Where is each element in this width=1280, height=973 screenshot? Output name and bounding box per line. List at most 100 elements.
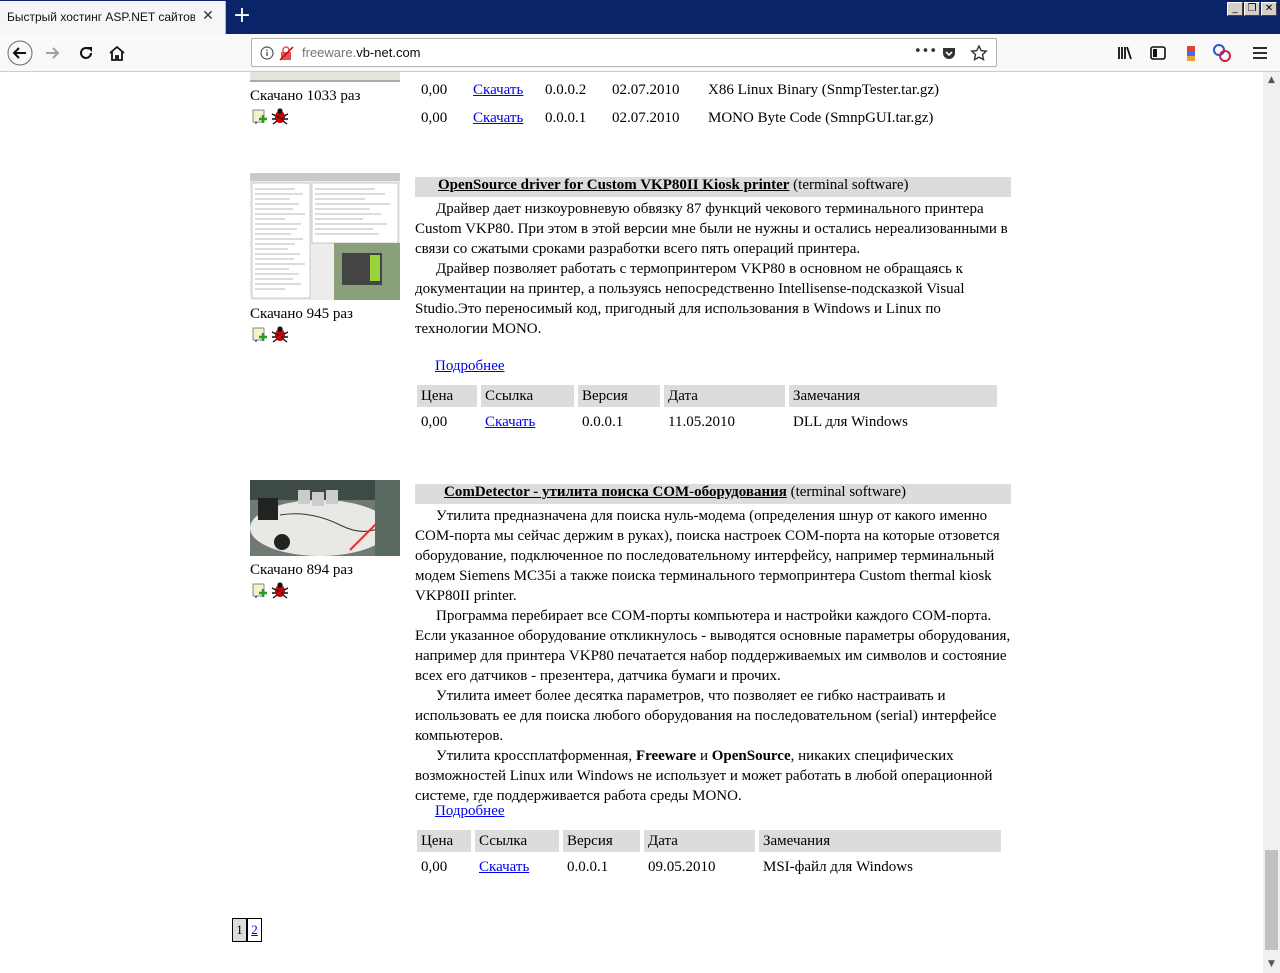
install-icon[interactable] <box>251 107 269 125</box>
download-count: Скачано 894 раз <box>250 562 353 578</box>
insecure-lock-icon[interactable] <box>279 46 294 61</box>
column-header: Версия <box>578 385 660 407</box>
version-cell: 0.0.0.1 <box>545 109 587 126</box>
description-paragraph: Драйвер позволяет работать с термопринте… <box>415 261 965 337</box>
addon-button[interactable] <box>1208 39 1236 67</box>
install-icon[interactable] <box>251 325 269 343</box>
download-link[interactable]: Скачать <box>473 110 523 126</box>
restore-button[interactable]: ❐ <box>1244 2 1260 16</box>
address-bar[interactable]: freeware.vb-net.com ••• <box>251 38 997 67</box>
tab-title: Быстрый хостинг ASP.NET сайтов с и <box>7 10 195 24</box>
menu-button[interactable] <box>1246 39 1274 67</box>
download-link[interactable]: Скачать <box>473 82 523 98</box>
page-viewport: Скачано 1033 раз 0,00 Скачать 0.0.0.2 02… <box>0 72 1263 973</box>
hamburger-icon <box>1253 47 1267 59</box>
item-description: Драйвер дает низкоуровневую обвязку 87 ф… <box>415 199 1015 339</box>
extension-button[interactable] <box>1177 39 1205 67</box>
scroll-thumb[interactable] <box>1265 850 1278 950</box>
column-header: Ссылка <box>475 830 559 852</box>
download-count: Скачано 945 раз <box>250 306 353 322</box>
price-cell: 0,00 <box>421 109 448 126</box>
table-row: 0,00 Скачать 0.0.0.1 11.05.2010 DLL для … <box>417 409 997 435</box>
item-description: Утилита предназначена для поиска нуль-мо… <box>415 506 1015 806</box>
price-cell: 0,00 <box>421 413 448 430</box>
home-icon <box>109 45 125 61</box>
vertical-scrollbar[interactable]: ▲ ▼ <box>1263 72 1280 973</box>
item-title-bar: ComDetector - утилита поиска COM-оборудо… <box>415 484 1011 504</box>
reload-button[interactable] <box>72 39 100 67</box>
product-screenshot[interactable] <box>250 173 400 300</box>
column-header: Дата <box>644 830 755 852</box>
screenshot-image <box>250 480 400 556</box>
scroll-down-arrow[interactable]: ▼ <box>1263 956 1280 973</box>
install-icon[interactable] <box>251 581 269 599</box>
bug-icon[interactable] <box>271 581 289 599</box>
screenshot-image <box>250 173 400 300</box>
library-button[interactable] <box>1111 39 1139 67</box>
back-arrow-icon <box>7 40 33 66</box>
column-header: Цена <box>417 830 471 852</box>
table-row: 0,00 Скачать 0.0.0.2 02.07.2010 X86 Linu… <box>417 77 943 103</box>
column-header: Дата <box>664 385 785 407</box>
minimize-button[interactable]: _ <box>1227 2 1243 16</box>
price-cell: 0,00 <box>421 81 448 98</box>
price-cell: 0,00 <box>421 858 448 875</box>
table-row: 0,00 Скачать 0.0.0.1 02.07.2010 MONO Byt… <box>417 105 943 131</box>
item-category: (terminal software) <box>793 177 909 193</box>
description-paragraph: Драйвер дает низкоуровневую обвязку 87 ф… <box>415 201 1008 257</box>
page-link[interactable]: 2 <box>247 918 262 942</box>
new-tab-button[interactable]: + <box>231 5 253 27</box>
product-screenshot[interactable] <box>250 480 400 556</box>
item-icons <box>251 107 289 125</box>
description-paragraph: Утилита имеет более десятка параметров, … <box>415 688 997 744</box>
date-cell: 02.07.2010 <box>612 81 680 98</box>
column-header: Ссылка <box>481 385 574 407</box>
description-paragraph: Программа перебирает все COM-порты компь… <box>415 608 1011 684</box>
info-icon[interactable] <box>260 46 274 60</box>
item-icons <box>251 581 289 599</box>
bug-icon[interactable] <box>271 107 289 125</box>
date-cell: 02.07.2010 <box>612 109 680 126</box>
date-cell: 11.05.2010 <box>668 413 735 430</box>
forward-button[interactable] <box>38 39 66 67</box>
product-screenshot[interactable] <box>250 72 400 82</box>
table-row: 0,00 Скачать 0.0.0.1 09.05.2010 MSI-файл… <box>417 854 1001 880</box>
close-window-button[interactable]: ✕ <box>1261 2 1277 16</box>
note-cell: MONO Byte Code (SmnpGUI.tar.gz) <box>708 109 934 126</box>
note-cell: DLL для Windows <box>793 413 909 430</box>
bug-icon[interactable] <box>271 325 289 343</box>
page-actions-menu[interactable]: ••• <box>914 44 937 59</box>
library-icon <box>1118 46 1132 60</box>
column-header: Версия <box>563 830 640 852</box>
page-current: 1 <box>232 918 247 942</box>
description-paragraph: Утилита предназначена для поиска нуль-мо… <box>415 508 1000 604</box>
item-title-link[interactable]: ComDetector - утилита поиска COM-оборудо… <box>444 484 787 500</box>
addon-icon <box>1213 44 1231 62</box>
reload-icon <box>80 47 92 59</box>
note-cell: MSI-файл для Windows <box>763 858 913 875</box>
sidebar-icon <box>1150 46 1166 60</box>
note-cell: X86 Linux Binary (SnmpTester.tar.gz) <box>708 81 939 98</box>
description-paragraph: Утилита кроссплатформенная, Freeware и O… <box>415 748 993 804</box>
scroll-up-arrow[interactable]: ▲ <box>1263 72 1280 89</box>
download-table: Цена Ссылка Версия Дата Замечания 0,00 С… <box>413 383 1001 437</box>
item-title-link[interactable]: OpenSource driver for Custom VKP80II Kio… <box>438 177 789 193</box>
browser-tab[interactable]: Быстрый хостинг ASP.NET сайтов с и ✕ <box>0 1 226 34</box>
download-link[interactable]: Скачать <box>485 414 535 430</box>
tab-close-icon[interactable]: ✕ <box>200 8 216 24</box>
column-header: Цена <box>417 385 477 407</box>
url-text: freeware.vb-net.com <box>302 45 421 60</box>
more-link[interactable]: Подробнее <box>435 803 505 820</box>
sidebar-button[interactable] <box>1144 39 1172 67</box>
more-link[interactable]: Подробнее <box>435 358 505 375</box>
item-icons <box>251 325 289 343</box>
version-cell: 0.0.0.1 <box>582 413 624 430</box>
download-table: Цена Ссылка Версия Дата Замечания 0,00 С… <box>413 828 1005 882</box>
home-button[interactable] <box>103 39 131 67</box>
bookmark-star-icon[interactable] <box>970 44 988 62</box>
item-category: (terminal software) <box>790 484 906 500</box>
tab-strip: Быстрый хостинг ASP.NET сайтов с и ✕ + _… <box>0 0 1280 34</box>
pocket-icon[interactable] <box>941 45 957 61</box>
download-link[interactable]: Скачать <box>479 859 529 875</box>
back-button[interactable] <box>6 39 34 67</box>
